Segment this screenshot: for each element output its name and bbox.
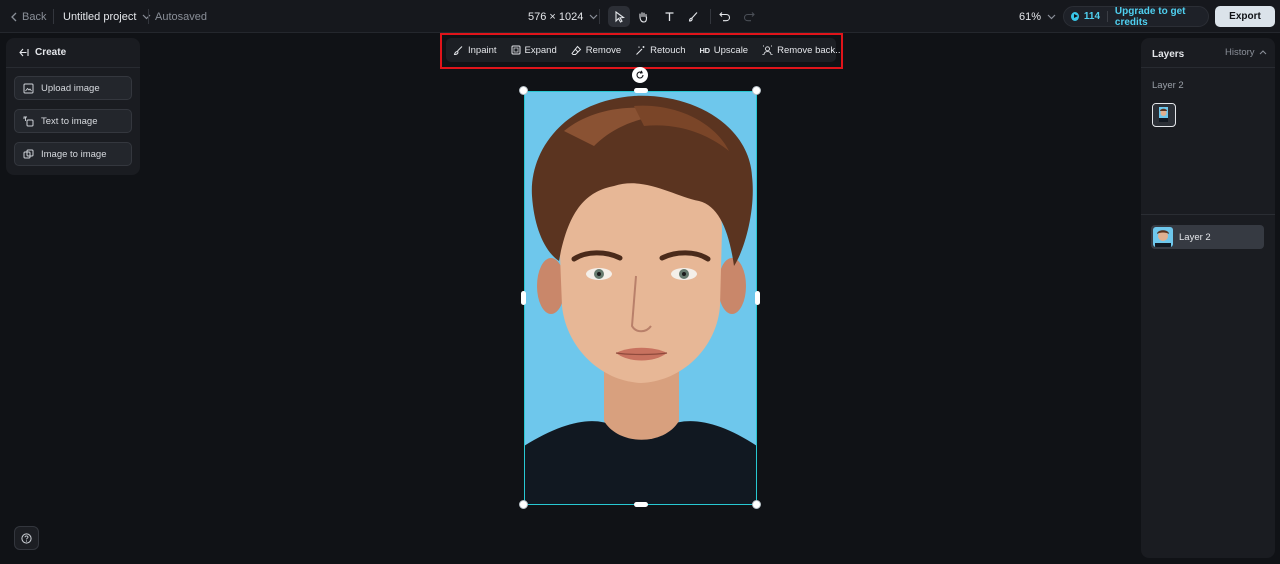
- divider: [53, 9, 54, 24]
- chevron-left-icon: [11, 12, 17, 21]
- divider: [1107, 11, 1108, 22]
- resize-handle-bottom-left[interactable]: [519, 500, 528, 509]
- upgrade-link[interactable]: Upgrade to get credits: [1115, 6, 1208, 28]
- undo-icon: [719, 12, 731, 22]
- remove-label: Remove: [585, 44, 622, 56]
- chevron-down-icon: [1047, 14, 1056, 19]
- rotate-icon: [636, 70, 644, 79]
- eraser-icon: [571, 45, 581, 55]
- remove-background-label: Remove back...: [777, 44, 844, 56]
- upscale-label: Upscale: [713, 44, 749, 56]
- selection-border: [524, 91, 757, 505]
- current-layer-title: Layer 2: [1152, 80, 1184, 91]
- tab-layers[interactable]: Layers: [1152, 49, 1184, 60]
- divider: [710, 9, 711, 24]
- redo-icon: [743, 12, 755, 22]
- canvas-size-dropdown[interactable]: 576 × 1024: [528, 0, 598, 33]
- layer-row[interactable]: Layer 2: [1151, 225, 1264, 249]
- top-bar: Back Untitled project Autosaved 576 × 10…: [0, 0, 1280, 33]
- canvas-image-layer[interactable]: [519, 86, 761, 509]
- autosave-status: Autosaved: [155, 10, 207, 23]
- retouch-label: Retouch: [650, 44, 686, 56]
- hd-icon: HD: [699, 45, 711, 55]
- credits-count: 114: [1083, 11, 1101, 22]
- history-label: History: [1225, 47, 1255, 58]
- inpaint-icon: [453, 45, 463, 55]
- divider: [599, 9, 600, 24]
- text-to-image-icon: [23, 116, 34, 126]
- inpaint-label: Inpaint: [468, 44, 497, 56]
- upscale-button[interactable]: HD Upscale: [693, 45, 756, 56]
- credits-pill[interactable]: 114 Upgrade to get credits: [1063, 6, 1209, 28]
- layers-panel: Layers History Layer 2 Layer 2: [1141, 38, 1275, 558]
- brush-icon: [688, 11, 698, 22]
- expand-button[interactable]: Expand: [504, 45, 564, 56]
- create-panel-title: Create: [35, 47, 67, 58]
- cursor-arrow-icon: [614, 10, 625, 23]
- resize-handle-top-right[interactable]: [752, 86, 761, 95]
- project-name: Untitled project: [63, 10, 137, 23]
- collapse-left-icon: [19, 48, 29, 57]
- layers-panel-header: Layers History: [1141, 38, 1275, 68]
- chevron-up-icon: [1259, 50, 1266, 55]
- chevron-down-icon: [142, 14, 151, 19]
- divider: [148, 9, 149, 24]
- credits-icon: [1071, 12, 1079, 21]
- hand-tool-button[interactable]: [632, 6, 654, 27]
- image-edit-toolbar: Inpaint Expand Remove Retouch HD Upscale…: [446, 38, 843, 62]
- layer-thumbnail[interactable]: [1152, 103, 1176, 127]
- brush-tool-button[interactable]: [682, 6, 704, 27]
- divider: [1141, 214, 1275, 215]
- back-label: Back: [22, 10, 47, 23]
- resize-handle-top-left[interactable]: [519, 86, 528, 95]
- text-icon: [665, 12, 673, 21]
- project-name-dropdown[interactable]: Untitled project: [63, 0, 151, 33]
- resize-handle-left[interactable]: [521, 291, 526, 305]
- image-to-image-icon: [23, 149, 34, 158]
- upload-image-icon: [23, 83, 34, 93]
- redo-button[interactable]: [738, 6, 760, 27]
- help-icon: [21, 532, 32, 544]
- help-button[interactable]: [14, 526, 39, 550]
- zoom-dropdown[interactable]: 61%: [1019, 0, 1056, 33]
- magic-wand-icon: [636, 45, 645, 55]
- undo-button[interactable]: [714, 6, 736, 27]
- layer-row-label: Layer 2: [1179, 231, 1211, 243]
- remove-button[interactable]: Remove: [564, 45, 628, 56]
- back-button[interactable]: Back: [10, 0, 46, 33]
- chevron-down-icon: [589, 14, 598, 19]
- zoom-level: 61%: [1019, 10, 1042, 23]
- resize-handle-right[interactable]: [755, 291, 760, 305]
- image-to-image-button[interactable]: Image to image: [14, 142, 132, 166]
- layer-row-thumbnail: [1153, 227, 1173, 247]
- hand-icon: [639, 11, 648, 23]
- remove-background-button[interactable]: Remove back...: [755, 45, 850, 56]
- text-to-image-label: Text to image: [41, 115, 98, 127]
- tab-history[interactable]: History: [1225, 47, 1267, 58]
- create-panel: Create Upload image Text to image Image …: [6, 38, 140, 175]
- export-button[interactable]: Export: [1215, 6, 1275, 27]
- expand-label: Expand: [524, 44, 557, 56]
- rotate-handle[interactable]: [632, 67, 648, 83]
- inpaint-button[interactable]: Inpaint: [446, 45, 504, 56]
- expand-icon: [511, 45, 521, 55]
- resize-handle-bottom-right[interactable]: [752, 500, 761, 509]
- create-panel-header[interactable]: Create: [6, 38, 140, 68]
- retouch-button[interactable]: Retouch: [628, 45, 692, 56]
- canvas-size-label: 576 × 1024: [528, 10, 584, 23]
- resize-handle-top[interactable]: [634, 88, 648, 93]
- text-tool-button[interactable]: [658, 6, 680, 27]
- select-tool-button[interactable]: [608, 6, 630, 27]
- text-to-image-button[interactable]: Text to image: [14, 109, 132, 133]
- remove-background-icon: [762, 45, 773, 55]
- image-to-image-label: Image to image: [41, 148, 107, 160]
- upload-image-button[interactable]: Upload image: [14, 76, 132, 100]
- resize-handle-bottom[interactable]: [634, 502, 648, 507]
- upload-image-label: Upload image: [41, 82, 100, 94]
